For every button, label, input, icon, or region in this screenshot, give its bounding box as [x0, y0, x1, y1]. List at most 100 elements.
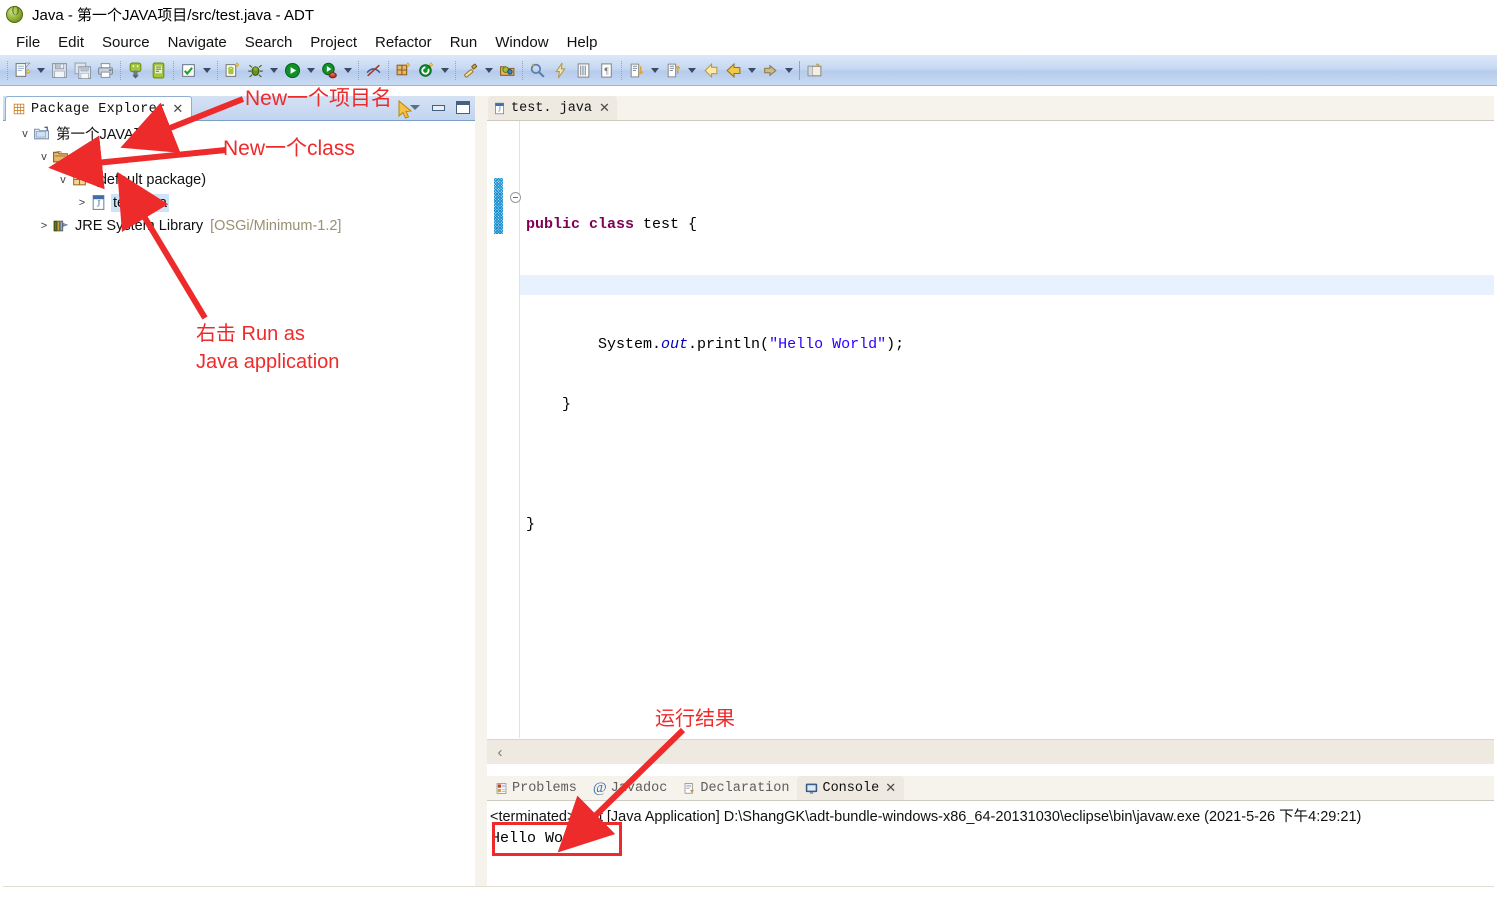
code-line: System.out.println("Hello World");	[526, 336, 905, 353]
menu-bar: File Edit Source Navigate Search Project…	[0, 29, 1497, 55]
maximize-view-icon[interactable]	[455, 100, 470, 115]
tab-javadoc[interactable]: @ Javadoc	[585, 776, 676, 800]
problems-icon	[495, 782, 508, 795]
menu-source[interactable]: Source	[93, 33, 159, 52]
forward-icon[interactable]	[760, 60, 781, 81]
menu-edit[interactable]: Edit	[49, 33, 93, 52]
new-wizard-icon[interactable]	[12, 60, 33, 81]
window-title: Java - 第一个JAVA项目/src/test.java - ADT	[32, 7, 314, 24]
back-history-icon[interactable]	[700, 60, 721, 81]
previous-annotation-dropdown-arrow[interactable]	[685, 60, 698, 81]
close-icon[interactable]: ✕	[172, 101, 183, 117]
folding-margin[interactable]	[487, 121, 521, 738]
tab-problems[interactable]: Problems	[487, 776, 585, 800]
toggle-mark-occurrences-icon[interactable]	[573, 60, 594, 81]
new-class-dropdown-arrow[interactable]	[438, 60, 451, 81]
tab-console[interactable]: Console ✕	[797, 776, 905, 800]
back-dropdown-arrow[interactable]	[745, 60, 758, 81]
svg-text:J: J	[498, 104, 501, 113]
menu-project[interactable]: Project	[301, 33, 366, 52]
tab-label-problems: Problems	[512, 780, 577, 796]
menu-window[interactable]: Window	[486, 33, 557, 52]
eclipse-java-icon	[6, 4, 24, 23]
android-sdk-manager-icon[interactable]	[148, 60, 169, 81]
menu-file[interactable]: File	[7, 33, 49, 52]
source-folder-icon	[52, 148, 70, 165]
java-file-icon: J	[90, 194, 108, 211]
twisty-expanded-icon[interactable]: v	[55, 174, 71, 186]
title-bar: Java - 第一个JAVA项目/src/test.java - ADT	[0, 0, 1497, 29]
menu-search[interactable]: Search	[236, 33, 302, 52]
previous-annotation-icon[interactable]	[663, 60, 684, 81]
save-icon[interactable]	[49, 60, 70, 81]
menu-help[interactable]: Help	[558, 33, 607, 52]
scroll-left-arrow-icon[interactable]: ‹	[487, 740, 513, 764]
editor-horizontal-scrollbar[interactable]: ‹	[487, 739, 1494, 764]
svg-text:¶: ¶	[604, 66, 609, 77]
new-java-class-icon[interactable]	[416, 60, 437, 81]
main-toolbar: ¶	[0, 55, 1497, 86]
coverage-dropdown-arrow[interactable]	[341, 60, 354, 81]
twisty-collapsed-icon[interactable]: >	[36, 220, 52, 232]
menu-navigate[interactable]: Navigate	[159, 33, 236, 52]
minimize-view-icon[interactable]	[431, 100, 446, 115]
save-all-icon[interactable]	[72, 60, 93, 81]
lightning-icon[interactable]	[550, 60, 571, 81]
tree-label-src: src	[75, 148, 95, 165]
open-perspective-icon[interactable]	[804, 60, 825, 81]
tree-label-project: 第一个JAVA项目	[56, 127, 163, 143]
editor-area-splitter[interactable]	[475, 96, 487, 896]
editor-tab-label: test. java	[511, 100, 593, 116]
quick-fix-icon[interactable]	[460, 60, 481, 81]
debug-dropdown-arrow[interactable]	[267, 60, 280, 81]
quickfix-dropdown-arrow[interactable]	[482, 60, 495, 81]
search-icon[interactable]	[527, 60, 548, 81]
build-dropdown-arrow[interactable]	[200, 60, 213, 81]
view-menu-icon[interactable]	[407, 100, 422, 115]
forward-dropdown-arrow[interactable]	[782, 60, 795, 81]
run-icon[interactable]	[282, 60, 303, 81]
close-icon[interactable]: ✕	[885, 780, 896, 796]
twisty-expanded-icon[interactable]: v	[36, 151, 52, 163]
tab-label-declaration: Declaration	[700, 780, 790, 796]
open-type-icon[interactable]	[497, 60, 518, 81]
editor-tab-row: J test. java ✕	[487, 96, 1494, 120]
tree-label-jre-version: [OSGi/Minimum-1.2]	[210, 217, 342, 234]
console-body: <terminated> test [Java Application] D:\…	[487, 800, 1494, 898]
back-icon[interactable]	[723, 60, 744, 81]
run-dropdown-arrow[interactable]	[304, 60, 317, 81]
tree-item-test-java[interactable]: > J test.java	[3, 191, 475, 214]
run-coverage-icon[interactable]	[319, 60, 340, 81]
skip-breakpoints-icon[interactable]	[363, 60, 384, 81]
debug-icon[interactable]	[245, 60, 266, 81]
tree-item-src[interactable]: v src	[3, 145, 475, 168]
toggle-whitespace-icon[interactable]: ¶	[596, 60, 617, 81]
tree-item-project[interactable]: v 第一个JAVA项目	[3, 122, 475, 145]
new-dropdown-arrow[interactable]	[34, 60, 47, 81]
java-file-icon: J	[493, 102, 506, 115]
declaration-icon	[683, 782, 696, 795]
close-icon[interactable]: ✕	[599, 100, 610, 116]
next-annotation-dropdown-arrow[interactable]	[648, 60, 661, 81]
console-launch-header: <terminated> test [Java Application] D:\…	[490, 809, 1362, 825]
import-android-icon[interactable]	[125, 60, 146, 81]
code-line: public class test {	[526, 216, 698, 233]
build-all-icon[interactable]	[178, 60, 199, 81]
tree-item-default-package[interactable]: v (default package)	[3, 168, 475, 191]
next-annotation-icon[interactable]	[626, 60, 647, 81]
twisty-expanded-icon[interactable]: v	[17, 128, 33, 140]
new-android-project-icon[interactable]	[222, 60, 243, 81]
tab-declaration[interactable]: Declaration	[675, 776, 797, 800]
tree-item-jre-system-library[interactable]: > JRE System Library [OSGi/Minimum-1.2]	[3, 214, 475, 237]
tab-test-java[interactable]: J test. java ✕	[488, 96, 617, 120]
console-output-text[interactable]: Hello World	[487, 827, 1494, 850]
twisty-collapsed-icon[interactable]: >	[74, 197, 90, 209]
svg-text:J: J	[97, 198, 101, 209]
menu-refactor[interactable]: Refactor	[366, 33, 441, 52]
new-java-package-icon[interactable]	[393, 60, 414, 81]
tab-package-explorer[interactable]: Package Explorer ✕	[5, 96, 193, 121]
source-code-text[interactable]: public class test { public static void m…	[520, 121, 1494, 738]
menu-run[interactable]: Run	[441, 33, 487, 52]
print-icon[interactable]	[95, 60, 116, 81]
